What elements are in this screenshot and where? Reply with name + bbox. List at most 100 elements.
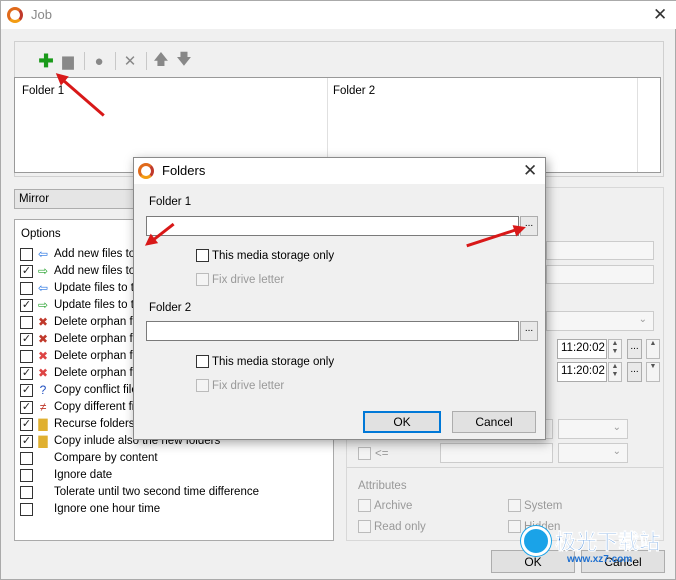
- option-checkbox[interactable]: [20, 502, 33, 516]
- readonly-checkbox[interactable]: [358, 520, 371, 533]
- folder1-fix-drive-checkbox[interactable]: [196, 273, 209, 286]
- archive-row[interactable]: Archive: [358, 499, 412, 512]
- option-checkbox[interactable]: [20, 485, 33, 499]
- add-folder-button[interactable]: ✚: [37, 51, 55, 71]
- folder1-input[interactable]: [146, 216, 519, 236]
- option-row[interactable]: ✓? Copy conflict files: [20, 382, 143, 398]
- option-row[interactable]: ✓ ≠ Copy different file: [20, 399, 143, 415]
- option-checkbox[interactable]: [20, 247, 33, 261]
- time-from-picker-button[interactable]: ...: [627, 339, 642, 359]
- folder1-media-only-row[interactable]: This media storage only: [196, 249, 334, 262]
- folder2-fix-drive-checkbox[interactable]: [196, 379, 209, 392]
- copy-icon: ●: [94, 52, 104, 70]
- toolbar-separator: [84, 52, 85, 70]
- size-unit-select[interactable]: ⌄: [558, 419, 628, 439]
- le-checkbox[interactable]: [358, 447, 371, 460]
- option-checkbox[interactable]: ✓: [20, 383, 33, 397]
- app-logo-icon: [7, 7, 23, 23]
- dialog-ok-button[interactable]: OK: [363, 411, 441, 433]
- time-from-spinner[interactable]: ▲ ▼: [608, 339, 622, 359]
- option-row[interactable]: ✓ ✖ Delete orphan fol: [20, 365, 142, 381]
- option-checkbox[interactable]: ✓: [20, 332, 33, 346]
- move-down-button[interactable]: 🡇: [175, 51, 193, 70]
- option-checkbox[interactable]: ✓: [20, 298, 33, 312]
- column-header-folder1[interactable]: Folder 1: [22, 85, 64, 97]
- delete-folder-button[interactable]: ✕: [121, 52, 139, 70]
- option-checkbox[interactable]: ✓: [20, 417, 33, 431]
- scroll-up-button[interactable]: ▲: [646, 339, 660, 359]
- blank-icon: [35, 450, 51, 466]
- watermark-url: www.xz7.com: [567, 554, 633, 565]
- option-label: Ignore one hour time: [54, 503, 161, 515]
- option-row[interactable]: ✓ ✖ Delete orphan file: [20, 331, 144, 347]
- option-row[interactable]: ✖ Delete orphan file: [20, 314, 144, 330]
- folder2-browse-button[interactable]: ...: [520, 321, 538, 341]
- watermark-logo-icon: [521, 526, 551, 556]
- option-checkbox[interactable]: [20, 315, 33, 329]
- folder1-fix-drive-row[interactable]: Fix drive letter: [196, 273, 284, 286]
- folder2-label: Folder 2: [149, 302, 192, 314]
- scroll-down-button[interactable]: ▼: [646, 362, 660, 382]
- time-to-field[interactable]: 11:20:02: [557, 362, 607, 382]
- readonly-label: Read only: [374, 520, 426, 533]
- option-row[interactable]: ✓ ⇨ Update files to the: [20, 297, 147, 313]
- folder2-media-only-label: This media storage only: [212, 355, 335, 368]
- le-filter-row[interactable]: <=: [358, 447, 388, 460]
- option-row[interactable]: ⇦ Add new files to th: [20, 246, 148, 262]
- option-row[interactable]: Ignore date: [20, 467, 112, 483]
- option-row[interactable]: Ignore one hour time: [20, 501, 160, 517]
- arrow-down-icon: 🡇: [176, 50, 192, 68]
- option-row[interactable]: ✓ ⇨ Add new files to th: [20, 263, 148, 279]
- dialog-cancel-button[interactable]: Cancel: [452, 411, 536, 433]
- option-row[interactable]: ✖ Delete orphan fol: [20, 348, 142, 364]
- time-from-field[interactable]: 11:20:02: [557, 339, 607, 359]
- readonly-row[interactable]: Read only: [358, 520, 426, 533]
- folder1-label: Folder 1: [149, 196, 192, 208]
- folder2-fix-drive-row[interactable]: Fix drive letter: [196, 379, 284, 392]
- archive-checkbox[interactable]: [358, 499, 371, 512]
- folder2-fix-drive-label: Fix drive letter: [212, 379, 285, 392]
- close-icon[interactable]: ✕: [653, 6, 667, 23]
- toolbar-separator: [146, 52, 147, 70]
- filter-select[interactable]: ⌄: [546, 311, 654, 331]
- size-field-2[interactable]: [440, 443, 553, 463]
- size-unit-select-2[interactable]: ⌄: [558, 443, 628, 463]
- option-checkbox[interactable]: ✓: [20, 264, 33, 278]
- column-header-folder2[interactable]: Folder 2: [333, 85, 375, 97]
- option-checkbox[interactable]: [20, 281, 33, 295]
- option-row[interactable]: Tolerate until two second time differenc…: [20, 484, 259, 500]
- folder2-input[interactable]: [146, 321, 519, 341]
- option-row[interactable]: ⇦ Update files to the: [20, 280, 147, 296]
- time-to-spinner[interactable]: ▲ ▼: [608, 362, 622, 382]
- system-row[interactable]: System: [508, 499, 562, 512]
- filter-field[interactable]: [546, 265, 654, 284]
- folder1-media-only-checkbox[interactable]: [196, 249, 209, 262]
- option-checkbox[interactable]: ✓: [20, 434, 33, 448]
- copy-folder-button[interactable]: ●: [90, 52, 108, 70]
- option-label: Delete orphan fol: [54, 350, 142, 362]
- hidden-checkbox[interactable]: [508, 520, 521, 533]
- chevron-down-icon: ⌄: [612, 422, 621, 433]
- watermark: 极光下载站: [521, 526, 660, 556]
- dialog-close-icon[interactable]: ✕: [523, 162, 537, 179]
- delete-folder-icon: ✖: [37, 349, 49, 363]
- time-to-picker-button[interactable]: ...: [627, 362, 642, 382]
- folder2-media-only-checkbox[interactable]: [196, 355, 209, 368]
- edit-icon: ▆: [62, 53, 74, 70]
- system-checkbox[interactable]: [508, 499, 521, 512]
- option-row[interactable]: Compare by content: [20, 450, 158, 466]
- options-title: Options: [21, 228, 61, 240]
- option-checkbox[interactable]: ✓: [20, 400, 33, 414]
- move-up-button[interactable]: 🡅: [152, 51, 170, 70]
- option-checkbox[interactable]: ✓: [20, 366, 33, 380]
- folder2-media-only-row[interactable]: This media storage only: [196, 355, 334, 368]
- edit-folder-button[interactable]: ▆: [59, 52, 77, 70]
- column-divider: [637, 78, 638, 172]
- filter-field[interactable]: [546, 241, 654, 260]
- option-checkbox[interactable]: [20, 468, 33, 482]
- dialog-title-bar: Folders ✕: [134, 158, 545, 184]
- option-checkbox[interactable]: [20, 451, 33, 465]
- arrow-up-icon: 🡅: [153, 50, 169, 68]
- option-row[interactable]: ✓ ▇ Recurse folders: [20, 416, 135, 432]
- option-checkbox[interactable]: [20, 349, 33, 363]
